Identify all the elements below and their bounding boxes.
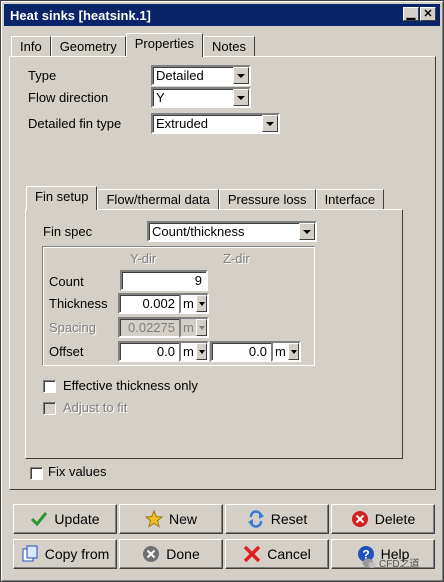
detailed-fin-type-select[interactable]: Extruded [151,113,280,134]
chevron-down-icon[interactable] [299,223,315,240]
close-button[interactable]: ✕ [420,7,436,21]
cancel-x-icon [243,545,261,563]
effective-thickness-checkbox[interactable] [43,380,56,393]
count-y-field[interactable]: 9 [120,270,208,291]
delete-button[interactable]: Delete [331,504,435,534]
chevron-down-icon [196,319,207,336]
tab-fin-setup[interactable]: Fin setup [26,186,98,210]
inner-tab-strip: Fin setup Flow/thermal data Pressure los… [26,186,385,210]
watermark-text: CFD之道 [379,559,420,570]
offset-y-unit-select[interactable]: m [179,341,209,362]
cancel-label: Cancel [267,546,311,562]
star-icon [144,510,163,528]
fin-spec-label: Fin spec [43,224,93,239]
minimize-button[interactable]: ▁ [403,7,419,21]
tab-pressure-loss[interactable]: Pressure loss [218,189,316,210]
chevron-down-icon[interactable] [233,67,249,84]
fin-setup-panel: Fin spec Count/thickness Y-dir Z-dir Cou… [25,209,403,459]
tab-flow-thermal-data[interactable]: Flow/thermal data [97,189,219,210]
reset-button[interactable]: Reset [225,504,329,534]
z-dir-header: Z-dir [223,251,250,266]
delete-icon [351,511,368,527]
thickness-y-field[interactable]: 0.002 [118,293,181,314]
offset-y-field[interactable]: 0.0 [118,341,181,362]
tab-geometry[interactable]: Geometry [50,36,126,57]
window-title: Heat sinks [heatsink.1] [10,7,151,23]
type-value: Detailed [156,68,204,83]
thickness-unit-select[interactable]: m [179,293,209,314]
reset-label: Reset [270,511,308,527]
tab-properties[interactable]: Properties [125,33,204,57]
wechat-icon [362,558,376,568]
update-label: Update [54,511,100,527]
close-icon: ✕ [423,7,433,20]
spacing-y-field: 0.02275 [118,317,181,338]
done-icon [143,546,160,562]
fix-values-label: Fix values [48,464,107,479]
offset-z-field[interactable]: 0.0 [210,341,273,362]
offset-z-unit-select[interactable]: m [271,341,301,362]
new-label: New [168,511,197,527]
offset-y-unit-value: m [183,344,194,359]
offset-label: Offset [49,344,84,359]
detailed-fin-type-label: Detailed fin type [28,116,122,131]
chevron-down-icon[interactable] [262,115,278,132]
thickness-label: Thickness [49,296,108,311]
offset-z-unit-value: m [275,344,286,359]
thickness-unit-value: m [183,296,194,311]
fin-spec-value: Count/thickness [152,224,245,239]
delete-label: Delete [374,511,416,527]
detailed-fin-type-value: Extruded [156,116,209,131]
chevron-down-icon[interactable] [288,343,299,360]
flow-direction-value: Y [156,90,165,105]
new-button[interactable]: New [119,504,223,534]
cancel-button[interactable]: Cancel [225,539,329,569]
type-select[interactable]: Detailed [151,65,251,86]
copy-icon [22,545,38,562]
watermark: CFD之道 [362,555,420,570]
flow-direction-select[interactable]: Y [151,87,251,108]
type-label: Type [28,68,57,83]
fix-values-checkbox[interactable] [30,467,43,480]
fin-spec-select[interactable]: Count/thickness [147,221,317,242]
reset-arrows-icon [247,510,264,528]
chevron-down-icon[interactable] [196,343,207,360]
copy-from-button[interactable]: Copy from [13,539,117,569]
title-bar: Heat sinks [heatsink.1] ▁ ✕ [4,4,440,26]
y-dir-header: Y-dir [130,251,157,266]
effective-thickness-label: Effective thickness only [63,378,198,393]
done-label: Done [166,546,200,562]
adjust-to-fit-checkbox [43,402,56,415]
tab-notes[interactable]: Notes [203,36,255,57]
fin-dimensions-group: Y-dir Z-dir Count 9 Thickness 0.002 m Sp… [42,246,315,366]
chevron-down-icon[interactable] [233,89,249,106]
tab-interface[interactable]: Interface [315,189,385,210]
adjust-to-fit-label: Adjust to fit [63,400,128,415]
spacing-label: Spacing [49,320,96,335]
done-button[interactable]: Done [119,539,223,569]
heat-sinks-window: Heat sinks [heatsink.1] ▁ ✕ Info Geometr… [0,0,444,582]
tab-info[interactable]: Info [11,36,51,57]
flow-direction-label: Flow direction [28,90,109,105]
chevron-down-icon[interactable] [196,295,207,312]
count-label: Count [49,274,84,289]
spacing-unit-value: m [183,320,194,335]
update-button[interactable]: Update [13,504,117,534]
minimize-icon: ▁ [406,7,416,20]
copy-from-label: Copy from [44,546,110,562]
top-tab-strip: Info Geometry Properties Notes [11,33,255,57]
spacing-unit-select: m [179,317,209,338]
check-icon [31,512,48,527]
properties-panel: Type Detailed Flow direction Y Detailed … [9,56,436,490]
